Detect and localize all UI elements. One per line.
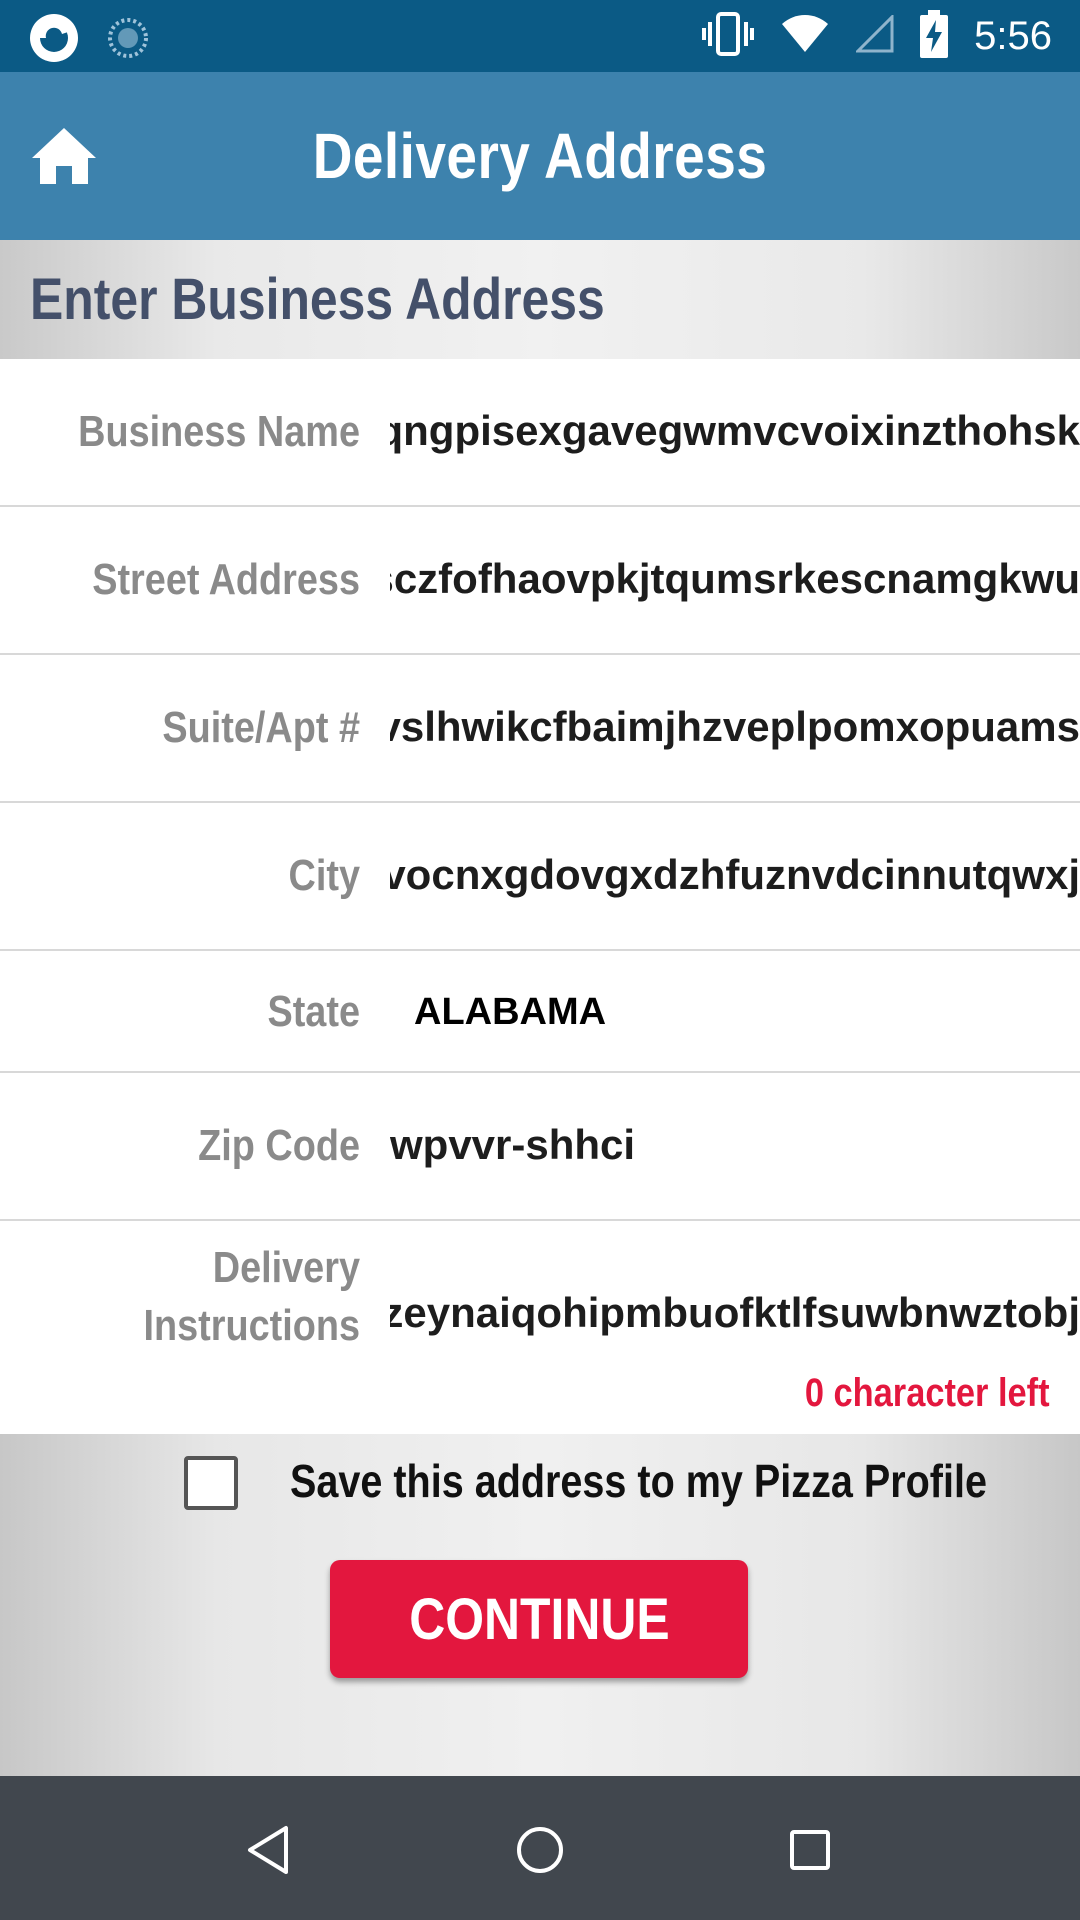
app-logo-icon: [28, 12, 80, 69]
home-nav-button[interactable]: [510, 1820, 570, 1880]
battery-charging-icon: [920, 9, 949, 63]
section-title: Enter Business Address: [30, 267, 605, 332]
bottom-action-area: Save this address to my Pizza Profile CO…: [0, 1434, 1080, 1776]
back-button[interactable]: [240, 1820, 300, 1880]
home-icon: [28, 128, 100, 192]
street-address-field[interactable]: bgkzrsczfofhaovpkjtqumsrkescnamgkwu: [390, 555, 1080, 603]
system-nav-bar: [0, 1776, 1080, 1920]
recents-icon: [780, 1830, 840, 1884]
loading-icon: [106, 16, 150, 65]
delivery-instructions-label-line1: Delivery: [212, 1243, 360, 1292]
back-icon: [240, 1826, 300, 1884]
city-row: City pxivvcvocnxgdovgxdzhfuznvdcinnutqwx…: [0, 803, 1080, 951]
state-label: State: [267, 987, 360, 1036]
business-name-field[interactable]: cphgpqngpisexgavegwmvcvoixinzthohsk: [390, 407, 1080, 455]
status-bar: 5:56: [0, 0, 1080, 72]
continue-button-label: CONTINUE: [408, 1586, 670, 1652]
suite-apt-field[interactable]: ıkwbhvslhwikcfbaimjhzveplpomxopuams: [390, 703, 1080, 751]
save-profile-checkbox[interactable]: [184, 1456, 238, 1510]
state-select[interactable]: ALABAMA: [414, 991, 1080, 1034]
delivery-instructions-label: Delivery Instructions: [50, 1239, 360, 1355]
state-row: State ALABAMA: [0, 951, 1080, 1073]
continue-button[interactable]: CONTINUE: [330, 1560, 748, 1678]
home-button[interactable]: [28, 124, 100, 188]
status-time: 5:56: [974, 13, 1052, 58]
delivery-instructions-label-line2: Instructions: [143, 1301, 360, 1350]
zip-code-row: Zip Code wpvvr-shhci: [0, 1073, 1080, 1221]
save-profile-label[interactable]: Save this address to my Pizza Profile: [290, 1454, 987, 1508]
recents-button[interactable]: [780, 1820, 840, 1880]
status-right-icons: 5:56: [702, 0, 1052, 72]
address-form: Business Name cphgpqngpisexgavegwmvcvoix…: [0, 359, 1080, 1431]
business-name-row: Business Name cphgpqngpisexgavegwmvcvoix…: [0, 359, 1080, 507]
suite-apt-row: Suite/Apt # ıkwbhvslhwikcfbaimjhzveplpom…: [0, 655, 1080, 803]
suite-apt-label: Suite/Apt #: [162, 703, 360, 752]
signal-icon: [854, 12, 894, 58]
character-counter: 0 character left: [805, 1371, 1050, 1415]
delivery-instructions-row: Delivery Instructions zuyyflzeynaiqohipm…: [0, 1221, 1080, 1431]
home-circle-icon: [510, 1827, 570, 1884]
delivery-instructions-text: zuyyflzeynaiqohipmbuofktlfsuwbnwztobj: [390, 1289, 1080, 1336]
city-label: City: [288, 851, 360, 900]
street-address-label: Street Address: [92, 555, 360, 604]
vibrate-icon: [702, 11, 755, 61]
app-bar: Delivery Address: [0, 72, 1080, 240]
zip-code-field[interactable]: wpvvr-shhci: [390, 1121, 1080, 1169]
status-left-icons: [28, 12, 150, 69]
wifi-icon: [780, 14, 830, 59]
city-field[interactable]: pxivvcvocnxgdovgxdzhfuznvdcinnutqwxj: [390, 851, 1080, 899]
street-address-row: Street Address bgkzrsczfofhaovpkjtqumsrk…: [0, 507, 1080, 655]
zip-code-label: Zip Code: [198, 1121, 360, 1170]
page-title: Delivery Address: [312, 120, 768, 192]
section-header: Enter Business Address: [0, 240, 1080, 359]
business-name-label: Business Name: [78, 407, 361, 456]
delivery-instructions-field[interactable]: zuyyflzeynaiqohipmbuofktlfsuwbnwztobj: [390, 1289, 1080, 1337]
